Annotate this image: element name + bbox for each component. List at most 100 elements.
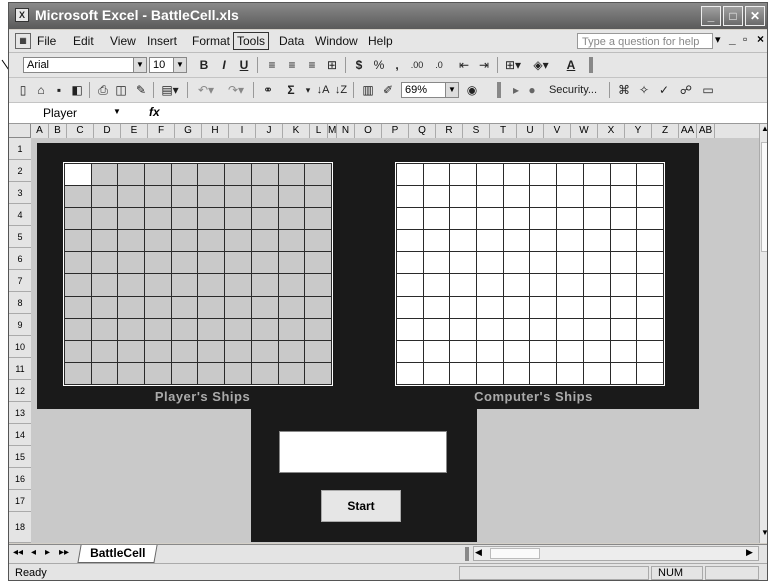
row-header-9[interactable]: 9 (9, 314, 31, 336)
column-header-g[interactable]: G (175, 124, 202, 138)
player-grid-cell[interactable] (304, 361, 332, 386)
player-grid-cell[interactable] (197, 229, 226, 253)
open-icon[interactable]: ⌂ (33, 81, 49, 99)
record-icon[interactable]: ● (525, 81, 539, 99)
tab-battlecell[interactable]: BattleCell (77, 545, 158, 563)
player-grid-cell[interactable] (277, 295, 306, 319)
computer-grid-cell[interactable] (502, 229, 531, 253)
player-grid-cell[interactable] (250, 339, 279, 363)
computer-grid-cell[interactable] (449, 317, 478, 341)
vertical-scrollbar[interactable]: ▲ ▼ (759, 124, 767, 543)
player-grid-cell[interactable] (250, 207, 279, 231)
computer-grid-cell[interactable] (636, 317, 664, 341)
player-grid-cell[interactable] (170, 185, 199, 209)
computer-grid-cell[interactable] (422, 229, 451, 253)
player-grid-cell[interactable] (250, 251, 279, 275)
computer-grid-cell[interactable] (476, 273, 504, 297)
redo-icon[interactable]: ↷▾ (223, 81, 249, 99)
player-grid-cell[interactable] (117, 207, 146, 231)
player-grid-cell[interactable] (90, 229, 119, 253)
control-toolbox-icon[interactable]: ✧ (635, 81, 653, 99)
workbook-restore-button[interactable]: ▫ (743, 32, 747, 46)
increase-decimal-button[interactable]: .00 (407, 56, 427, 74)
name-box[interactable]: Player (31, 105, 119, 121)
column-header-q[interactable]: Q (409, 124, 436, 138)
menu-insert[interactable]: Insert (147, 34, 177, 48)
minimize-button[interactable]: _ (701, 6, 721, 26)
player-grid-cell[interactable] (117, 229, 146, 253)
player-grid-cell[interactable] (170, 273, 199, 297)
print-icon[interactable]: ⎙ (95, 81, 111, 99)
menu-format[interactable]: Format (192, 34, 230, 48)
row-header-11[interactable]: 11 (9, 358, 31, 380)
column-header-k[interactable]: K (283, 124, 310, 138)
player-grid-cell[interactable] (90, 295, 119, 319)
computer-grid[interactable] (396, 162, 664, 386)
close-button[interactable]: ✕ (745, 6, 765, 26)
computer-grid-cell[interactable] (582, 273, 611, 297)
column-header-u[interactable]: U (517, 124, 544, 138)
menu-view[interactable]: View (110, 34, 136, 48)
computer-grid-cell[interactable] (609, 361, 638, 386)
workbook-minimize-button[interactable]: _ (729, 32, 736, 46)
view-code-icon[interactable]: ▭ (699, 81, 717, 99)
workbook-icon[interactable]: ▦ (15, 33, 31, 49)
zoom-select[interactable]: 69% ▼ (401, 82, 459, 98)
player-grid-cell[interactable] (224, 185, 252, 209)
player-grid-cell[interactable] (64, 229, 92, 253)
player-grid-cell[interactable] (277, 273, 306, 297)
computer-grid-cell[interactable] (396, 361, 424, 386)
player-grid-cell[interactable] (197, 317, 226, 341)
computer-grid-cell[interactable] (582, 251, 611, 275)
column-header-h[interactable]: H (202, 124, 229, 138)
player-grid-cell[interactable] (144, 273, 172, 297)
player-grid-cell[interactable] (117, 162, 146, 187)
italic-button[interactable]: I (215, 56, 233, 74)
computer-grid-cell[interactable] (422, 185, 451, 209)
computer-grid-cell[interactable] (556, 273, 584, 297)
column-header-m[interactable]: M (328, 124, 337, 138)
computer-grid-cell[interactable] (582, 229, 611, 253)
maximize-button[interactable]: □ (723, 6, 743, 26)
computer-grid-cell[interactable] (476, 361, 504, 386)
player-grid-cell[interactable] (277, 207, 306, 231)
play-icon[interactable]: ▸ (509, 81, 523, 99)
player-grid-cell[interactable] (117, 251, 146, 275)
select-all-button[interactable] (9, 124, 31, 138)
print-preview-icon[interactable]: ◫ (113, 81, 129, 99)
computer-grid-cell[interactable] (609, 295, 638, 319)
computer-grid-cell[interactable] (582, 295, 611, 319)
player-grid-cell[interactable] (90, 162, 119, 187)
computer-grid-cell[interactable] (609, 207, 638, 231)
horizontal-scroll-thumb[interactable] (490, 548, 540, 559)
computer-grid-cell[interactable] (529, 251, 558, 275)
help-icon[interactable]: ◉ (463, 81, 481, 99)
computer-grid-cell[interactable] (449, 251, 478, 275)
player-grid-cell[interactable] (304, 317, 332, 341)
font-size-select[interactable]: 10 ▼ (149, 57, 187, 73)
player-grid-cell[interactable] (144, 207, 172, 231)
player-grid-cell[interactable] (170, 339, 199, 363)
player-grid-cell[interactable] (224, 251, 252, 275)
help-question-input[interactable]: Type a question for help (577, 33, 713, 49)
computer-grid-cell[interactable] (502, 207, 531, 231)
column-header-j[interactable]: J (256, 124, 283, 138)
computer-grid-cell[interactable] (556, 317, 584, 341)
computer-grid-cell[interactable] (502, 295, 531, 319)
player-grid-cell[interactable] (197, 207, 226, 231)
player-grid-cell[interactable] (250, 229, 279, 253)
player-grid-cell[interactable] (197, 361, 226, 386)
player-grid-cell[interactable] (197, 162, 226, 187)
computer-grid-cell[interactable] (636, 229, 664, 253)
sort-ascending-icon[interactable]: ↓A (315, 81, 331, 99)
player-grid-cell[interactable] (224, 162, 252, 187)
permission-icon[interactable]: ◧ (69, 81, 85, 99)
player-grid-cell[interactable] (144, 339, 172, 363)
computer-grid-cell[interactable] (502, 339, 531, 363)
computer-grid-cell[interactable] (449, 273, 478, 297)
security-button[interactable]: Security... (541, 81, 605, 99)
computer-grid-cell[interactable] (476, 185, 504, 209)
player-grid-cell[interactable] (250, 317, 279, 341)
computer-grid-cell[interactable] (529, 185, 558, 209)
column-header-c[interactable]: C (67, 124, 94, 138)
